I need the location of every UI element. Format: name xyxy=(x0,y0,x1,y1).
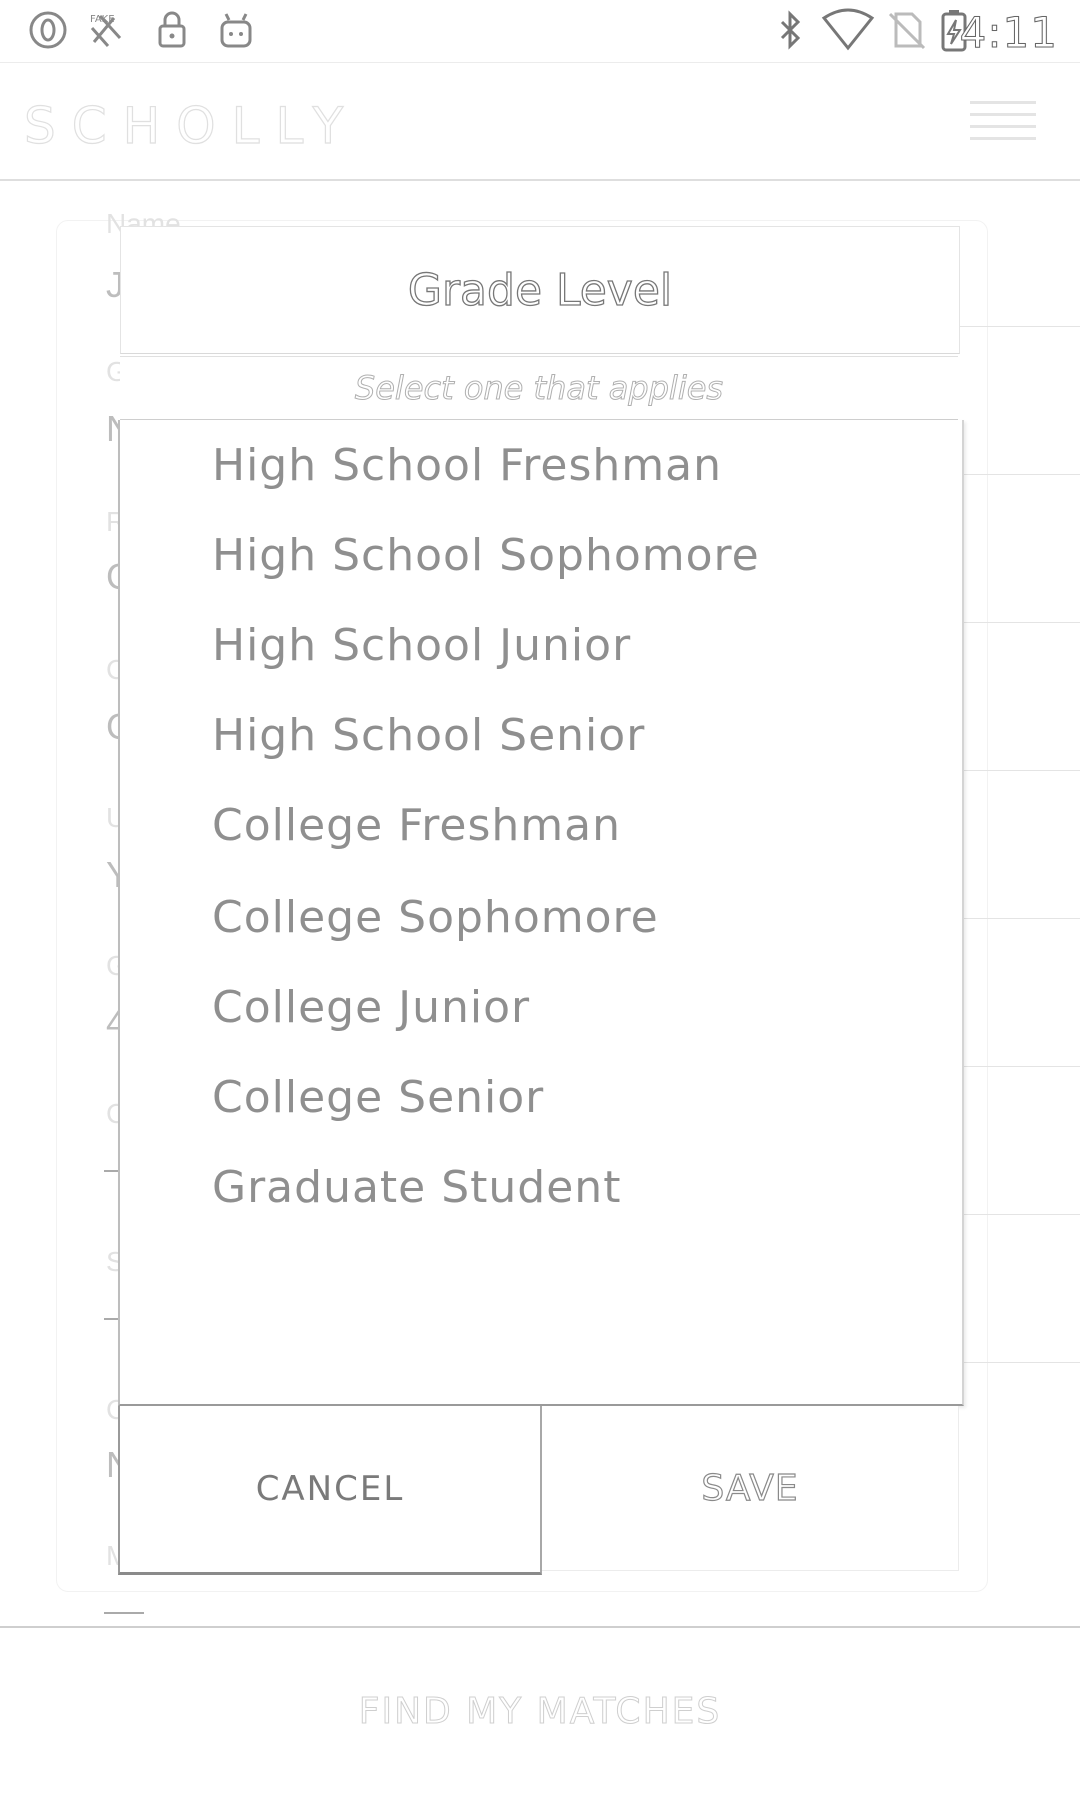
grade-options-list: High School Freshman High School Sophomo… xyxy=(118,420,964,1406)
option-high-school-junior[interactable]: High School Junior xyxy=(212,620,631,671)
option-college-senior[interactable]: College Senior xyxy=(212,1072,544,1123)
no-sim-icon xyxy=(888,12,926,50)
grade-level-dialog: Grade Level Select one that applies High… xyxy=(118,226,964,1575)
opera-icon xyxy=(29,11,67,49)
dialog-title-bar: Grade Level xyxy=(120,226,960,354)
dialog-subtitle: Select one that applies xyxy=(354,369,724,408)
bluetooth-icon xyxy=(780,10,801,50)
hamburger-menu-icon[interactable] xyxy=(970,101,1036,145)
brand-logo: SCHOLLY xyxy=(23,96,360,155)
app-header: SCHOLLY xyxy=(0,63,1080,181)
field-divider xyxy=(960,1066,1080,1067)
dialog-title: Grade Level xyxy=(407,264,673,316)
save-button[interactable]: SAVE xyxy=(542,1406,959,1571)
lock-icon xyxy=(158,11,186,48)
option-college-freshman[interactable]: College Freshman xyxy=(212,800,621,851)
field-divider xyxy=(960,1214,1080,1215)
android-icon xyxy=(220,13,252,48)
field-placeholder-dash xyxy=(104,1612,144,1614)
option-college-junior[interactable]: College Junior xyxy=(212,982,530,1033)
fake-gps-icon: FAKE xyxy=(90,14,122,47)
dialog-button-bar: CANCEL SAVE xyxy=(118,1406,960,1575)
field-divider xyxy=(960,1362,1080,1363)
field-divider xyxy=(960,326,1080,327)
option-high-school-senior[interactable]: High School Senior xyxy=(212,710,645,761)
svg-text:FAKE: FAKE xyxy=(90,14,115,25)
status-time: 4:11 xyxy=(959,8,1058,58)
status-bar: FAKE 4:11 xyxy=(0,0,1080,63)
option-graduate-student[interactable]: Graduate Student xyxy=(212,1162,621,1213)
wifi-icon xyxy=(821,8,875,51)
cancel-button[interactable]: CANCEL xyxy=(118,1406,542,1575)
field-divider xyxy=(960,474,1080,475)
option-high-school-freshman[interactable]: High School Freshman xyxy=(212,440,722,491)
field-divider xyxy=(960,770,1080,771)
field-divider xyxy=(960,918,1080,919)
field-divider xyxy=(960,622,1080,623)
option-college-sophomore[interactable]: College Sophomore xyxy=(212,892,659,943)
save-button-label: SAVE xyxy=(701,1467,799,1509)
option-high-school-sophomore[interactable]: High School Sophomore xyxy=(212,530,760,581)
find-my-matches-button[interactable]: FIND MY MATCHES xyxy=(0,1628,1080,1794)
dialog-subtitle-bar: Select one that applies xyxy=(120,356,958,421)
